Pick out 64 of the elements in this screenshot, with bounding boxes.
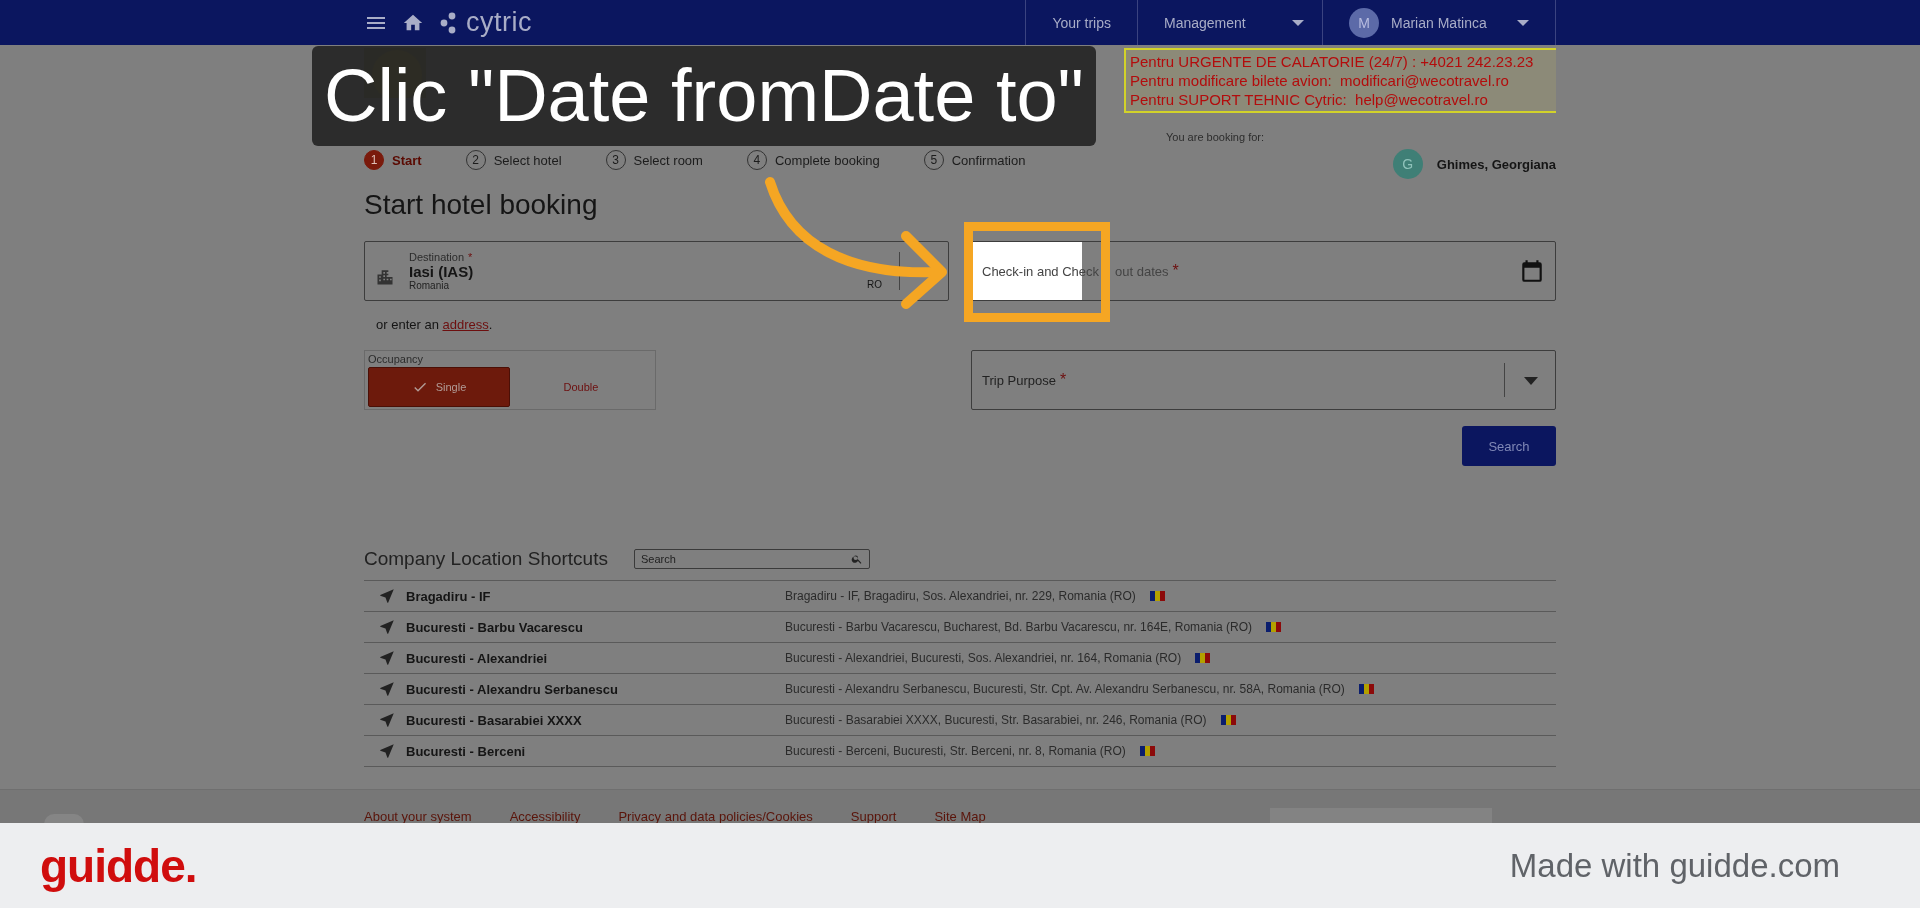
navigation-arrow-icon bbox=[378, 587, 396, 605]
progress-step: 5 Confirmation bbox=[923, 150, 1026, 170]
user-menu[interactable]: M Marian Matinca bbox=[1322, 0, 1556, 45]
location-name[interactable]: Bucuresti - Berceni bbox=[406, 743, 785, 759]
flag-icon bbox=[1266, 622, 1282, 632]
navigation-arrow-icon bbox=[378, 649, 396, 667]
progress-step: 3 Select room bbox=[605, 150, 703, 170]
destination-field[interactable]: Destination * Iasi (IAS) Romania RO bbox=[364, 241, 949, 301]
location-name[interactable]: Bragadiru - IF bbox=[406, 588, 785, 604]
flag-icon bbox=[1149, 591, 1165, 601]
location-name[interactable]: Bucuresti - Basarabiei XXXX bbox=[406, 712, 785, 728]
navigation-arrow-icon bbox=[378, 618, 396, 636]
location-address: Bucuresti - Basarabiei XXXX, Bucuresti, Str. Basarabiei, nr. 246, Romania (RO) bbox=[785, 713, 1207, 727]
nav-menu[interactable]: Management bbox=[1137, 0, 1322, 45]
location-address: Bucuresti - Berceni, Bucuresti, Str. Berceni, nr. 8, Romania (RO) bbox=[785, 744, 1126, 758]
page-title: Start hotel booking bbox=[364, 189, 599, 221]
flag-icon bbox=[1358, 684, 1374, 694]
progress-step: 2 Select hotel bbox=[465, 150, 562, 170]
footer-link[interactable]: Support bbox=[850, 809, 897, 824]
progress-step: 4 Complete booking bbox=[746, 150, 880, 170]
search-field[interactable]: Search bbox=[633, 549, 870, 569]
footer-link[interactable]: Privacy and data policies/Cookies bbox=[618, 809, 813, 824]
made-with-text: Made with guidde.com bbox=[1509, 846, 1840, 885]
cytric-logo[interactable]: cytric bbox=[438, 7, 532, 38]
navigation-arrow-icon bbox=[378, 711, 396, 729]
logo-wordmark: cytric bbox=[466, 7, 532, 38]
guidde-logo: guidde. bbox=[40, 838, 197, 893]
occupancy-option[interactable]: Single bbox=[368, 367, 510, 407]
location-address: Bragadiru - IF, Bragadiru, Sos. Alexandriei, nr. 229, Romania (RO) bbox=[785, 589, 1136, 603]
building-icon bbox=[375, 267, 395, 287]
flag-icon bbox=[1195, 653, 1211, 663]
address-hint: or enter an address. bbox=[375, 316, 494, 334]
section-title: Company Location Shortcuts bbox=[364, 548, 608, 570]
user-avatar: M bbox=[1349, 7, 1379, 38]
caret-icon bbox=[1517, 19, 1529, 26]
occupancy-option[interactable]: Double bbox=[510, 367, 652, 407]
search-button[interactable]: Search bbox=[1462, 426, 1556, 466]
navigation-arrow-icon bbox=[378, 742, 396, 760]
location-name[interactable]: Bucuresti - Alexandriei bbox=[406, 650, 785, 666]
location-address: Bucuresti - Alexandru Serbanescu, Bucuresti, Str. Cpt. Av. Alexandru Serbanescu, nr. 58A, Romania (RO) bbox=[785, 682, 1345, 696]
traveler-name: Ghimes, Georgiana bbox=[1436, 156, 1556, 172]
caret-icon bbox=[1292, 19, 1304, 26]
booking-for-label: You are booking for: bbox=[1166, 131, 1265, 143]
location-address: Bucuresti - Barbu Vacarescu, Bucharest, Bd. Barbu Vacarescu, nr. 164E, Romania (RO) bbox=[785, 620, 1253, 634]
tutorial-caption: Clic "Date fromDate to" bbox=[312, 46, 1096, 146]
navigation-arrow-icon bbox=[378, 680, 396, 698]
search-icon bbox=[850, 553, 863, 565]
location-name[interactable]: Bucuresti - Alexandru Serbanescu bbox=[406, 681, 785, 697]
footer-link[interactable]: Accessibility bbox=[509, 809, 581, 824]
emergency-notice: Pentru URGENTE DE CALATORIE (24/7) : +4021 242.23.23 Pentru modificare bilete avion: modificari@wecotravel.ro Pentru SUPORT TEHNIC Cytric: help@wecotravel.ro bbox=[1124, 48, 1556, 113]
traveler-avatar: G bbox=[1392, 149, 1423, 179]
flag-icon bbox=[1139, 746, 1155, 756]
dates-placeholder: out dates bbox=[1115, 263, 1169, 279]
nav-link[interactable]: Your trips bbox=[1025, 0, 1137, 45]
flag-icon bbox=[1220, 715, 1236, 725]
trip-purpose-dropdown[interactable]: Trip Purpose * bbox=[971, 350, 1556, 410]
footer-link[interactable]: About your system bbox=[364, 809, 472, 824]
location-name[interactable]: Bucuresti - Barbu Vacarescu bbox=[406, 619, 785, 635]
occupancy-group: Occupancy Single Double bbox=[364, 350, 656, 410]
progress-step: 1 Start bbox=[364, 150, 422, 170]
footer-link[interactable]: Site Map bbox=[934, 809, 986, 824]
address-link[interactable]: address bbox=[442, 317, 489, 332]
location-address: Bucuresti - Alexandriei, Bucuresti, Sos. Alexandriei, nr. 164, Romania (RO) bbox=[785, 651, 1182, 665]
calendar-icon bbox=[1519, 258, 1545, 284]
